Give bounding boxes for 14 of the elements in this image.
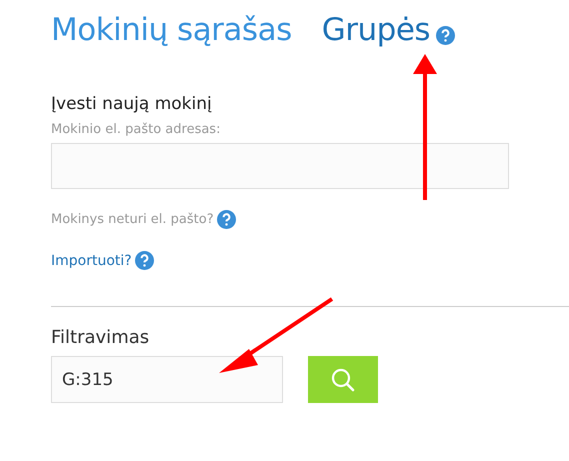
help-icon[interactable] <box>134 251 154 270</box>
search-icon <box>330 366 356 392</box>
import-link[interactable]: Importuoti? <box>51 252 132 268</box>
help-icon[interactable] <box>216 210 236 229</box>
email-field[interactable] <box>51 143 509 189</box>
tab[interactable]: Mokinių sąrašas <box>51 12 292 48</box>
hint-text: Mokinys neturi el. pašto? <box>51 212 214 227</box>
field-label: Mokinio el. pašto adresas: <box>51 122 222 137</box>
help-icon[interactable] <box>436 26 456 44</box>
filter-field[interactable]: G:315 <box>51 356 283 403</box>
section-heading: Filtravimas <box>51 327 150 348</box>
section-heading: Įvesti naują mokinį <box>51 94 213 114</box>
search-button[interactable] <box>308 356 378 403</box>
tab[interactable]: Grupės <box>322 12 430 48</box>
